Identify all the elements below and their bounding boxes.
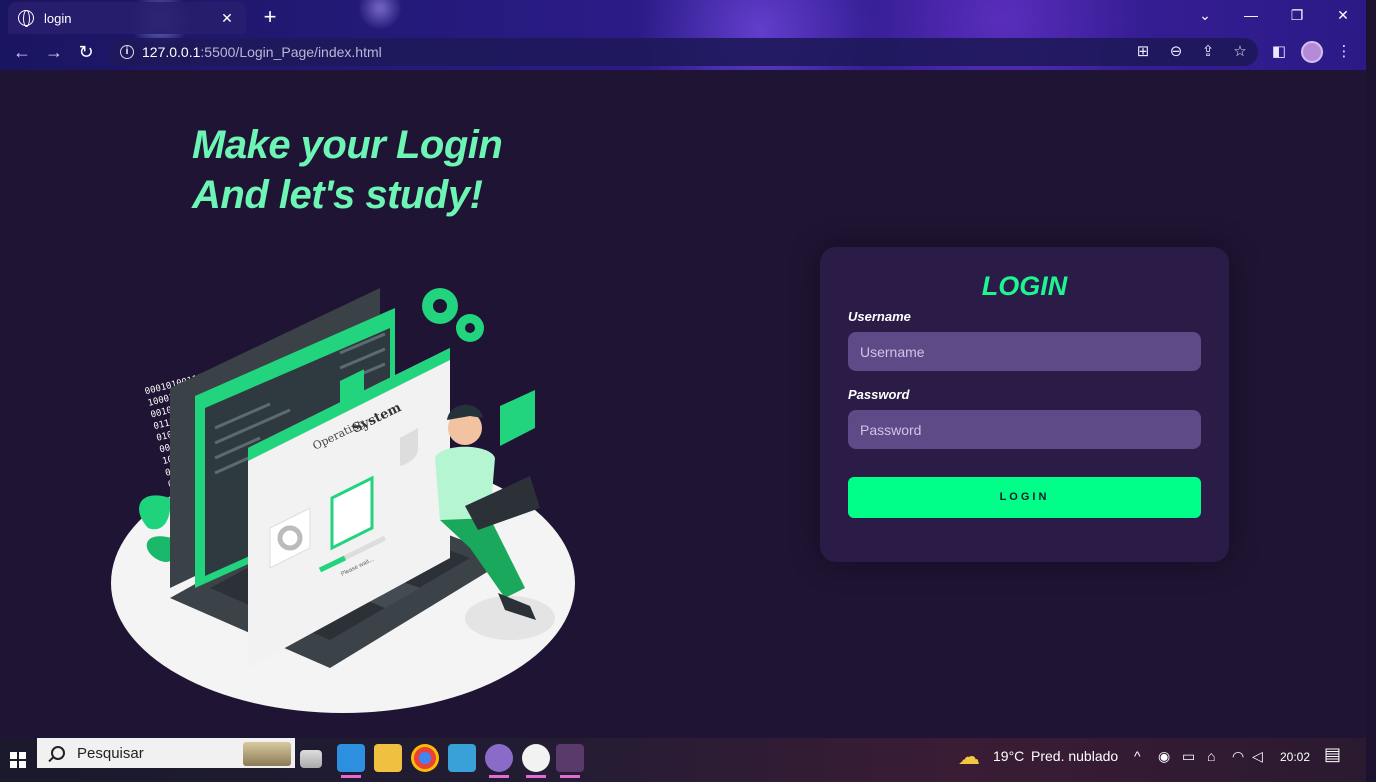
chrome-icon[interactable] bbox=[411, 744, 439, 772]
tab-search-chevron-icon[interactable]: ⌄ bbox=[1182, 0, 1228, 32]
notification-icon[interactable]: ▤ bbox=[1324, 744, 1341, 765]
remote-desktop-icon[interactable] bbox=[448, 744, 476, 772]
webcam-icon[interactable]: ⌂ bbox=[1207, 748, 1215, 764]
password-label: Password bbox=[848, 387, 910, 402]
zoom-icon[interactable]: ⊖ bbox=[1166, 42, 1186, 62]
weather-desc[interactable]: Pred. nublado bbox=[1031, 748, 1118, 764]
share-icon[interactable]: ⇪ bbox=[1198, 42, 1218, 62]
windows-start-icon[interactable] bbox=[10, 752, 26, 768]
login-button[interactable]: LOGIN bbox=[848, 477, 1201, 518]
clock-time[interactable]: 20:02 bbox=[1280, 750, 1310, 764]
tab-title: login bbox=[44, 10, 72, 26]
taskbar: Pesquisar ☁ 19°C Pred. nublado ^ ◉ ▭ ⌂ ◠… bbox=[0, 738, 1366, 782]
task-view-icon[interactable] bbox=[300, 750, 322, 768]
vscode-icon[interactable] bbox=[337, 744, 365, 778]
weather-icon[interactable]: ☁ bbox=[958, 744, 980, 770]
hero-line-2: And let's study! bbox=[192, 173, 483, 217]
password-input[interactable] bbox=[848, 410, 1201, 449]
wifi-icon[interactable]: ◠ bbox=[1232, 748, 1244, 765]
tools-icon bbox=[500, 390, 535, 446]
search-highlight-image bbox=[243, 742, 291, 766]
url-path: :5500/Login_Page/index.html bbox=[200, 44, 382, 60]
search-icon bbox=[51, 746, 65, 760]
tab-strip: login ✕ + ⌄ — ❐ ✕ bbox=[0, 0, 1366, 34]
file-explorer-icon[interactable] bbox=[374, 744, 402, 772]
username-input[interactable] bbox=[848, 332, 1201, 371]
browser-toolbar: ← → ↻ i 127.0.0.1:5500/Login_Page/index.… bbox=[0, 34, 1366, 70]
hero-line-1: Make your Login bbox=[192, 123, 503, 167]
minimize-button[interactable]: — bbox=[1228, 0, 1274, 32]
weather-temp[interactable]: 19°C bbox=[993, 748, 1024, 764]
forward-arrow-icon[interactable]: → bbox=[42, 40, 66, 64]
volume-icon[interactable]: ◁ bbox=[1252, 748, 1263, 765]
reload-icon[interactable]: ↻ bbox=[74, 40, 98, 64]
tab-close-icon[interactable]: ✕ bbox=[218, 10, 236, 27]
github-desktop-icon[interactable] bbox=[485, 744, 513, 778]
github-icon[interactable] bbox=[522, 744, 550, 778]
back-arrow-icon[interactable]: ← bbox=[10, 40, 34, 64]
taskbar-search[interactable]: Pesquisar bbox=[37, 738, 295, 768]
profile-avatar[interactable] bbox=[1301, 41, 1323, 63]
hero-heading: Make your Login And let's study! bbox=[192, 120, 503, 220]
new-tab-button[interactable]: + bbox=[258, 6, 282, 30]
battery-icon[interactable]: ▭ bbox=[1182, 748, 1195, 765]
address-bar[interactable]: i 127.0.0.1:5500/Login_Page/index.html bbox=[108, 38, 1258, 66]
side-panel-icon[interactable]: ◧ bbox=[1269, 42, 1289, 62]
restore-button[interactable]: ❐ bbox=[1274, 0, 1320, 32]
bookmark-star-icon[interactable]: ☆ bbox=[1230, 42, 1250, 62]
translate-icon[interactable]: ⊞ bbox=[1133, 42, 1153, 62]
page-body: Make your Login And let's study! 0001010… bbox=[0, 70, 1366, 738]
login-title: LOGIN bbox=[981, 271, 1068, 301]
gears-icon bbox=[422, 288, 484, 342]
browser-chrome: login ✕ + ⌄ — ❐ ✕ ← → ↻ i 127.0.0.1:5500… bbox=[0, 0, 1366, 70]
chrome-active-icon[interactable] bbox=[556, 744, 584, 778]
menu-dots-icon[interactable]: ⋮ bbox=[1334, 42, 1354, 62]
browser-tab[interactable]: login ✕ bbox=[8, 2, 246, 34]
taskbar-search-placeholder: Pesquisar bbox=[77, 744, 144, 762]
study-illustration: 000101001110101011101010001010100111 100… bbox=[111, 288, 575, 713]
site-info-icon[interactable]: i bbox=[120, 45, 134, 59]
url-host: 127.0.0.1 bbox=[142, 44, 201, 60]
meet-now-icon[interactable]: ◉ bbox=[1158, 748, 1170, 765]
username-label: Username bbox=[848, 309, 911, 324]
globe-icon bbox=[18, 10, 34, 27]
chevron-up-icon[interactable]: ^ bbox=[1134, 748, 1141, 764]
login-card: LOGIN Username Password LOGIN bbox=[820, 247, 1229, 562]
close-window-button[interactable]: ✕ bbox=[1320, 0, 1366, 32]
